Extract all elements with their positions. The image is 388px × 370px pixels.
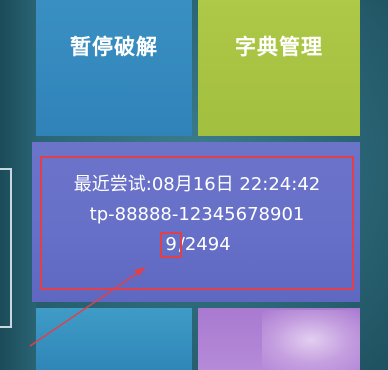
progress-counter: 9 / 2494 [160, 230, 231, 260]
dictionary-manage-tile[interactable]: 字典管理 [198, 0, 360, 136]
status-text-block: 最近尝试:08月16日 22:24:42 tp-88888-1234567890… [40, 170, 354, 260]
progress-total-value: 2494 [184, 234, 231, 255]
pause-crack-label: 暂停破解 [70, 35, 158, 59]
last-attempt-text: 最近尝试:08月16日 22:24:42 [73, 174, 321, 195]
bottom-right-tile[interactable] [198, 308, 360, 370]
pause-crack-tile[interactable]: 暂停破解 [36, 0, 192, 136]
progress-current-value: 9 [160, 230, 183, 260]
bottom-left-tile[interactable] [36, 308, 192, 370]
password-attempt-text: tp-88888-12345678901 [89, 204, 305, 225]
dictionary-manage-label: 字典管理 [235, 35, 323, 59]
left-edge-panel [0, 0, 36, 370]
